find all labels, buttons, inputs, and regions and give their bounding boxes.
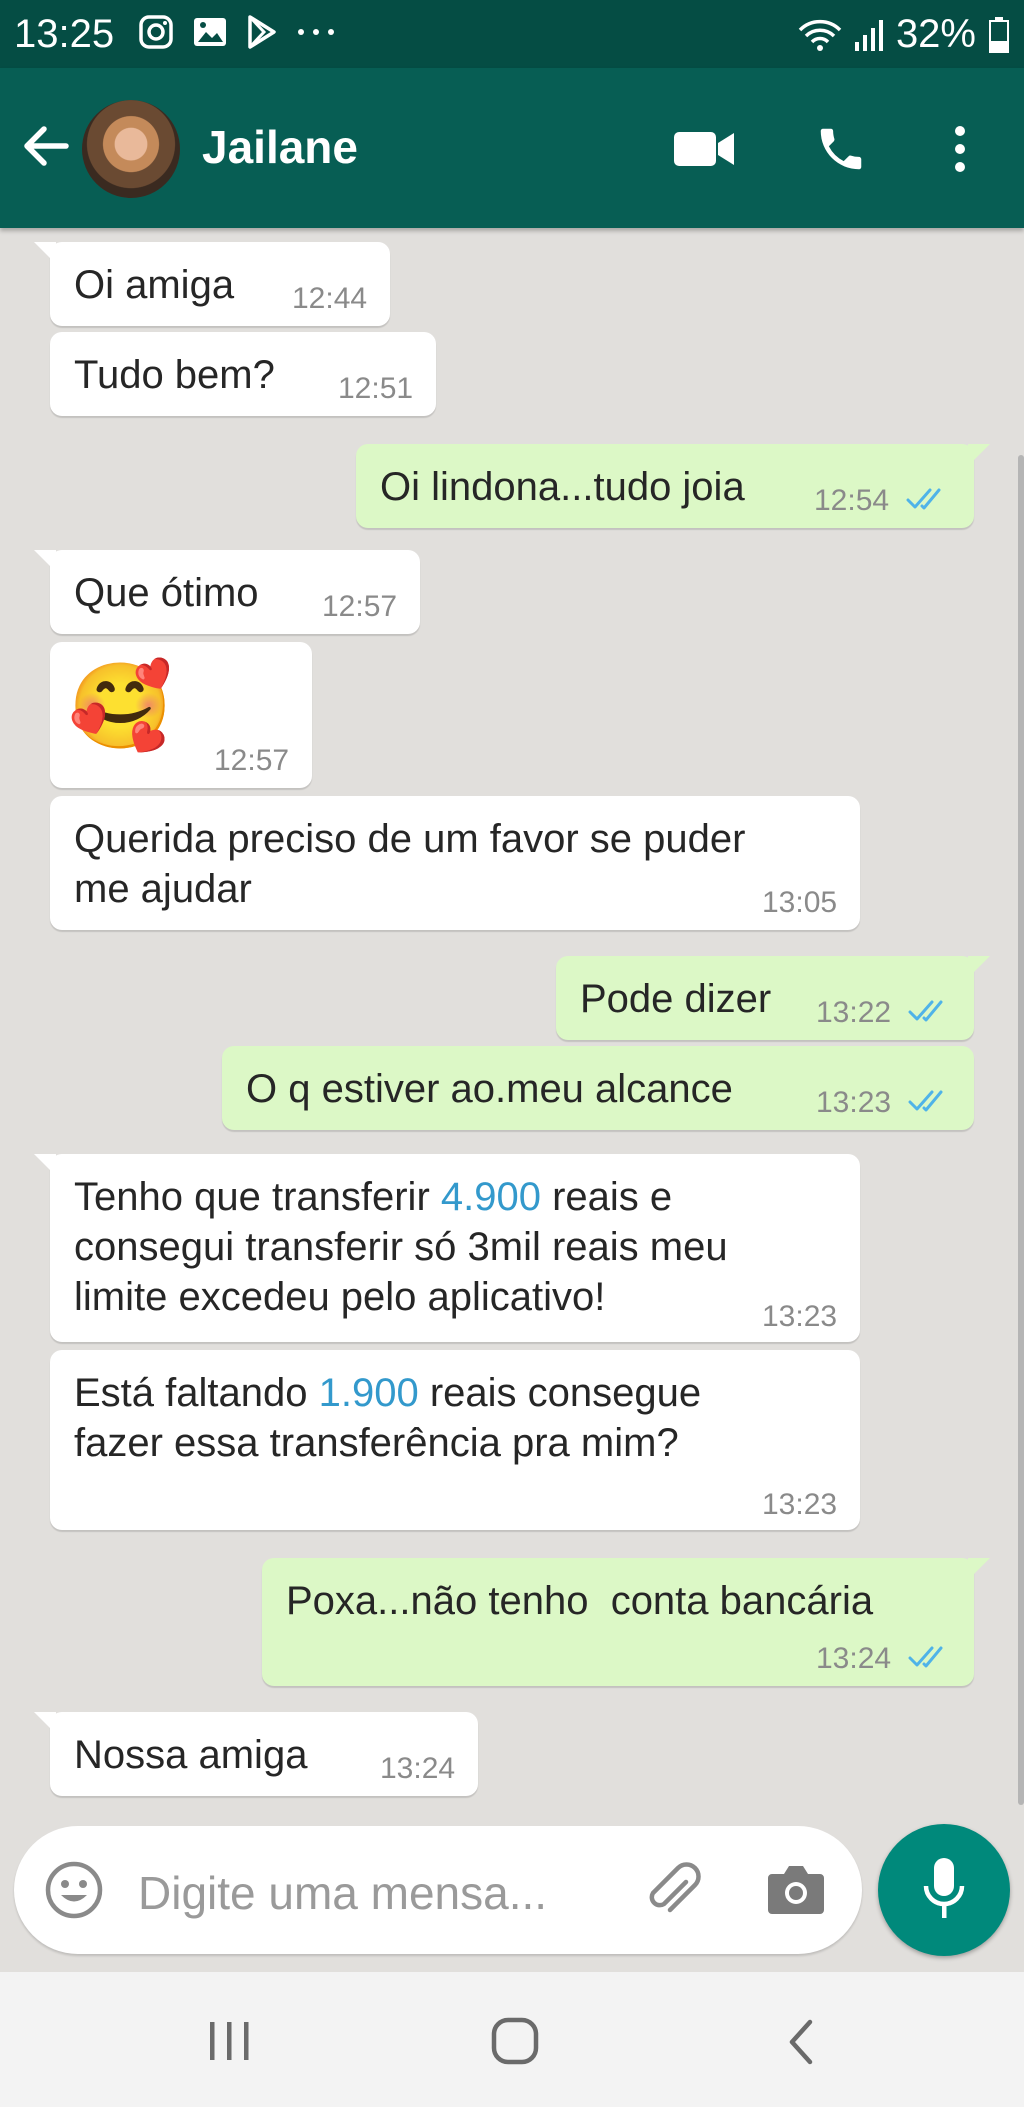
gallery-icon	[194, 18, 226, 46]
home-icon[interactable]	[490, 2016, 540, 2066]
more-notifications-icon	[298, 29, 334, 35]
wifi-icon	[798, 19, 842, 51]
message-time: 12:44	[292, 282, 368, 315]
message-time: 13:24	[816, 1642, 892, 1675]
message-text: Que ótimo	[74, 571, 259, 615]
message-incoming[interactable]: Querida preciso de um favor se puder me …	[50, 796, 860, 930]
instagram-icon	[139, 15, 173, 49]
camera-icon[interactable]	[766, 1862, 826, 1916]
emoji-icon[interactable]	[44, 1860, 104, 1920]
message-time: 13:22	[816, 996, 892, 1029]
message-outgoing[interactable]: Pode dizer 13:22	[556, 956, 990, 1040]
message-text: Tudo bem?	[74, 353, 275, 397]
message-incoming[interactable]: Oi amiga 12:44	[34, 242, 390, 326]
message-time: 12:54	[814, 484, 890, 517]
read-receipt-icon	[908, 1646, 943, 1668]
message-incoming[interactable]: Está faltando 1.900 reais consegue fazer…	[50, 1350, 860, 1530]
message-text: O q estiver ao.meu alcance	[246, 1067, 733, 1111]
message-composer[interactable]: Digite uma mensa...	[14, 1826, 862, 1954]
status-time: 13:25	[14, 12, 115, 56]
message-text: Oi amiga	[74, 263, 235, 307]
back-nav-icon[interactable]	[786, 2018, 816, 2066]
voice-message-button[interactable]	[878, 1824, 1010, 1956]
message-text: Está faltando 1.900 reais consegue fazer…	[74, 1371, 702, 1465]
chat-header: Jailane	[0, 68, 1024, 228]
message-outgoing[interactable]: Poxa...não tenho conta bancária 13:24	[262, 1558, 990, 1686]
message-time: 13:05	[762, 886, 838, 919]
message-incoming-emoji[interactable]: 🥰 12:57	[50, 642, 312, 788]
message-text: Pode dizer	[580, 977, 772, 1021]
message-incoming[interactable]: Tenho que transferir 4.900 reais e conse…	[34, 1154, 860, 1342]
message-time: 13:23	[816, 1086, 892, 1119]
message-text: Tenho que transferir 4.900 reais e conse…	[74, 1175, 728, 1319]
message-time: 13:24	[380, 1752, 456, 1785]
message-incoming[interactable]: Que ótimo 12:57	[34, 550, 420, 634]
video-call-icon[interactable]	[672, 128, 736, 170]
attach-icon[interactable]	[642, 1860, 704, 1922]
message-time: 12:51	[338, 372, 414, 405]
voice-call-icon[interactable]	[814, 122, 868, 176]
read-receipt-icon	[906, 488, 941, 510]
message-outgoing[interactable]: O q estiver ao.meu alcance 13:23	[222, 1046, 974, 1130]
chat-area[interactable]: Oi amiga 12:44 Tudo bem? 12:51 Oi lindon…	[0, 228, 1024, 1820]
back-arrow-icon[interactable]	[20, 120, 72, 172]
message-text: Oi lindona...tudo joia	[380, 465, 745, 509]
message-input[interactable]: Digite uma mensa...	[138, 1866, 547, 1920]
signal-icon	[854, 19, 883, 51]
amount-highlight[interactable]: 1.900	[319, 1371, 419, 1415]
message-time: 12:57	[214, 744, 290, 777]
message-incoming[interactable]: Tudo bem? 12:51	[50, 332, 436, 416]
chat-scrollbar[interactable]	[1018, 455, 1024, 1805]
amount-highlight[interactable]: 4.900	[441, 1175, 541, 1219]
message-outgoing[interactable]: Oi lindona...tudo joia 12:54	[356, 444, 990, 528]
message-time: 13:23	[762, 1488, 838, 1521]
read-receipt-icon	[908, 1090, 943, 1112]
battery-percent: 32%	[895, 12, 976, 56]
emoji-smiling-hearts: 🥰	[68, 659, 173, 753]
microphone-icon	[923, 1858, 965, 1918]
message-text: Querida preciso de um favor se puder me …	[74, 817, 746, 911]
status-bar: 13:25 32%	[0, 0, 1024, 68]
system-navigation-bar	[0, 1972, 1024, 2107]
message-text: Nossa amiga	[74, 1733, 308, 1777]
contact-avatar[interactable]	[82, 100, 180, 198]
read-receipt-icon	[908, 1000, 943, 1022]
message-time: 12:57	[322, 590, 398, 623]
play-store-icon	[248, 15, 276, 49]
recent-apps-icon[interactable]	[208, 2020, 252, 2062]
contact-name[interactable]: Jailane	[202, 120, 358, 174]
message-text: Poxa...não tenho conta bancária	[286, 1579, 874, 1623]
more-options-icon[interactable]	[950, 124, 970, 174]
message-incoming[interactable]: Nossa amiga 13:24	[34, 1712, 478, 1796]
message-time: 13:23	[762, 1300, 838, 1333]
battery-icon	[989, 16, 1009, 53]
